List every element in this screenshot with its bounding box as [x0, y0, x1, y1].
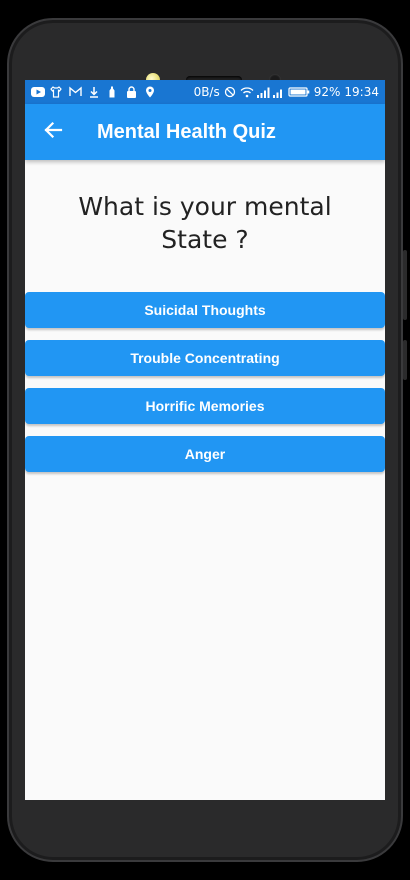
mute-icon	[224, 86, 236, 98]
download-icon	[88, 86, 100, 98]
signal-icon	[256, 86, 270, 98]
gmail-icon	[69, 86, 82, 98]
app-bar: Mental Health Quiz	[25, 104, 385, 160]
volume-button	[403, 250, 407, 320]
back-button[interactable]	[25, 104, 81, 160]
shirt-icon	[50, 86, 62, 98]
battery-icon	[288, 86, 310, 98]
wifi-icon	[240, 86, 254, 98]
answer-button[interactable]: Horrific Memories	[25, 388, 385, 424]
lock-icon	[126, 86, 138, 98]
power-button	[403, 340, 407, 380]
status-bar: 0B/s 92% 19:34	[25, 80, 385, 104]
battery-percent: 92%	[313, 85, 341, 99]
quiz-question: What is your mental State ?	[78, 192, 332, 254]
page-title: Mental Health Quiz	[97, 120, 276, 143]
arrow-back-icon	[43, 120, 63, 145]
answer-button[interactable]: Suicidal Thoughts	[25, 292, 385, 328]
app-screen: 0B/s 92% 19:34 Mental Health Quiz What i…	[25, 80, 385, 800]
bottle-icon	[107, 86, 119, 98]
clock: 19:34	[344, 85, 379, 99]
location-icon	[145, 86, 157, 98]
youtube-icon	[31, 86, 45, 98]
answer-button[interactable]: Anger	[25, 436, 385, 472]
answer-button[interactable]: Trouble Concentrating	[25, 340, 385, 376]
network-speed: 0B/s	[193, 85, 220, 99]
signal-icon-2	[272, 86, 284, 98]
answer-list: Suicidal Thoughts Trouble Concentrating …	[25, 292, 385, 484]
